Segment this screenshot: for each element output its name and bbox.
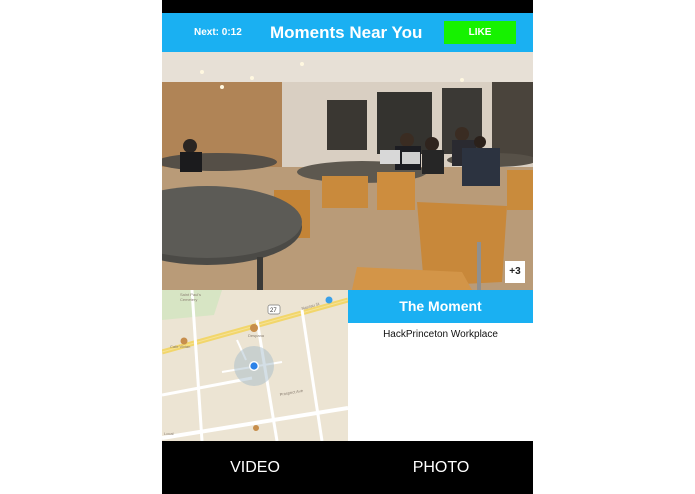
status-bar bbox=[162, 0, 533, 13]
moment-description: HackPrinceton Workplace bbox=[383, 329, 498, 340]
app-screen: Next: 0:12 Moments Near You LIKE +3 27 D… bbox=[162, 0, 533, 494]
top-header: Next: 0:12 Moments Near You LIKE bbox=[162, 13, 533, 52]
next-timer: Next: 0:12 bbox=[194, 27, 242, 38]
moment-heading: The Moment bbox=[348, 290, 533, 323]
more-photos-count[interactable]: +3 bbox=[505, 261, 525, 283]
svg-text:Despana: Despana bbox=[248, 333, 265, 338]
svg-text:Local: Local bbox=[164, 431, 174, 436]
svg-text:Cemetery: Cemetery bbox=[180, 297, 197, 302]
map-image: 27 Despana Cafe Vivian Local Saint Paul'… bbox=[162, 290, 348, 441]
photo-image bbox=[162, 52, 533, 290]
svg-text:Cafe Vivian: Cafe Vivian bbox=[170, 344, 190, 349]
photo-button[interactable]: PHOTO bbox=[381, 441, 501, 494]
like-button[interactable]: LIKE bbox=[444, 21, 516, 44]
location-map[interactable]: 27 Despana Cafe Vivian Local Saint Paul'… bbox=[162, 290, 348, 441]
moment-photo[interactable] bbox=[162, 52, 533, 290]
bottom-bar: VIDEO PHOTO bbox=[162, 441, 533, 494]
svg-text:27: 27 bbox=[270, 308, 277, 314]
video-button[interactable]: VIDEO bbox=[195, 441, 315, 494]
page-title: Moments Near You bbox=[270, 23, 423, 42]
